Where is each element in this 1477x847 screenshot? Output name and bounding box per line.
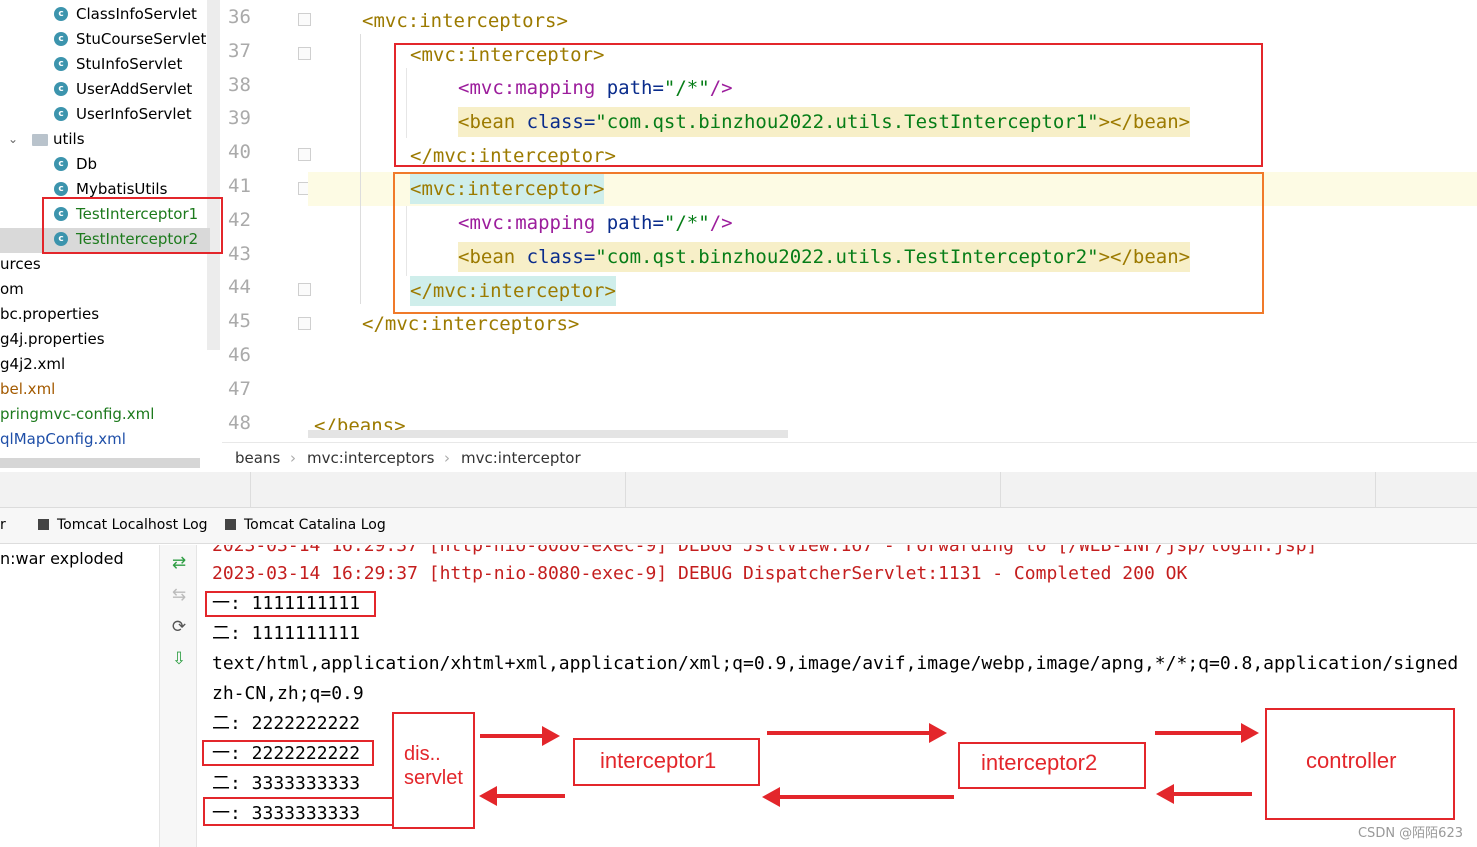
deployment-pane: n:war exploded	[0, 545, 160, 847]
arrow-right	[1155, 723, 1259, 743]
undeploy-icon[interactable]: ⇆	[169, 585, 189, 605]
tree-item-label: UserInfoServlet	[76, 105, 192, 123]
line-number: 43	[228, 242, 251, 265]
line-number: 40	[228, 141, 251, 164]
tree-item-label: bel.xml	[0, 380, 56, 398]
deploy-icon[interactable]: ⇄	[169, 553, 189, 573]
folder-icon	[32, 134, 48, 146]
tree-item-label: om	[0, 280, 24, 298]
line-number: 46	[228, 344, 251, 366]
line-number: 41	[228, 175, 251, 197]
controller-label: controller	[1306, 748, 1397, 773]
tree-item-label: bc.properties	[0, 305, 100, 323]
line-number: 48	[228, 411, 251, 434]
tree-item-label: ClassInfoServlet	[76, 5, 197, 23]
tree-item-label: utils	[53, 130, 85, 148]
tree-item-label: Db	[76, 155, 98, 173]
arrow-right	[480, 726, 560, 746]
watermark: CSDN @陌陌623	[1357, 826, 1463, 841]
console-toolbar: ⇄ ⇆ ⟳ ⇩	[160, 545, 197, 847]
line-number: 36	[228, 6, 251, 28]
line-number: 44	[228, 276, 251, 299]
dispatcher-servlet-label: dis.. servlet	[404, 743, 463, 789]
tree-item-label: UserAddServlet	[76, 80, 193, 98]
interceptor2-highlight-box	[393, 172, 1264, 314]
tree-item-label: TestInterceptor2	[76, 230, 199, 248]
arrow-left	[1156, 784, 1252, 804]
console-line: 二: 1111111111	[212, 623, 361, 644]
breadcrumb-mvc-interceptor[interactable]: mvc:interceptor	[461, 443, 581, 473]
editor-gutter: 36 37 38 39 40 41 42 43 44 45 46 47 48	[222, 0, 311, 440]
line-number: 42	[228, 208, 251, 231]
refresh-icon[interactable]: ⟳	[169, 617, 189, 637]
console-highlight-box	[205, 591, 376, 617]
line-number: 39	[228, 107, 251, 130]
tree-item-label: StuInfoServlet	[76, 55, 183, 73]
console-highlight-box	[202, 740, 374, 766]
tree-scrollbar[interactable]	[207, 0, 220, 350]
tool-window-header	[0, 472, 1477, 508]
class-icon: c	[54, 7, 68, 21]
log-tabs: r Tomcat Localhost Log Tomcat Catalina L…	[0, 508, 1477, 544]
class-icon: c	[54, 57, 68, 71]
console-line: zh-CN,zh;q=0.9	[212, 683, 364, 704]
arrow-left	[479, 786, 565, 806]
deployment-item[interactable]: n:war exploded	[0, 549, 124, 568]
console-line-completed: 2023-03-14 16:29:37 [http-nio-8080-exec-…	[212, 563, 1188, 584]
download-icon[interactable]: ⇩	[169, 649, 189, 669]
tree-item-label: pringmvc-config.xml	[0, 405, 155, 423]
class-icon: c	[54, 207, 68, 221]
log-icon	[225, 519, 236, 530]
console-line: text/html,application/xhtml+xml,applicat…	[212, 653, 1459, 674]
chevron-down-icon[interactable]: ⌄	[8, 127, 18, 152]
class-icon: c	[54, 157, 68, 171]
tree-item-label: urces	[0, 255, 41, 273]
console-highlight-box	[203, 797, 395, 826]
tree-item-label: MybatisUtils	[76, 180, 168, 198]
interceptor2-label: interceptor2	[981, 750, 1098, 775]
line-number: 37	[228, 39, 251, 62]
class-icon: c	[54, 107, 68, 121]
class-icon: c	[54, 182, 68, 196]
breadcrumb: beans › mvc:interceptors › mvc:intercept…	[222, 442, 1477, 472]
tab-tomcat-catalina-log[interactable]: Tomcat Catalina Log	[225, 517, 386, 533]
tree-item-label: StuCourseServlet	[76, 30, 207, 48]
editor-horizontal-scrollbar[interactable]	[308, 430, 788, 438]
breadcrumb-beans[interactable]: beans	[235, 443, 280, 473]
breadcrumb-mvc-interceptors[interactable]: mvc:interceptors	[307, 443, 434, 473]
line-number: 38	[228, 73, 251, 96]
log-icon	[38, 519, 49, 530]
tree-item-label: qlMapConfig.xml	[0, 430, 126, 448]
console-line: 二: 2222222222	[212, 713, 361, 734]
line-number: 47	[228, 377, 251, 400]
tree-item-label: g4j.properties	[0, 330, 105, 348]
tab-tomcat-localhost-log[interactable]: Tomcat Localhost Log	[38, 517, 208, 533]
class-icon: c	[54, 32, 68, 46]
code-line-36: <mvc:interceptors>	[362, 10, 568, 32]
class-icon: c	[54, 82, 68, 96]
tab-server[interactable]: r	[0, 517, 6, 533]
interceptor1-label: interceptor1	[600, 748, 717, 773]
tree-item-label: g4j2.xml	[0, 355, 66, 373]
interceptor1-highlight-box	[394, 43, 1263, 167]
tree-horizontal-scrollbar[interactable]	[0, 458, 200, 468]
line-number: 45	[228, 310, 251, 333]
arrow-left	[762, 787, 954, 807]
arrow-right	[767, 723, 947, 743]
project-tree: c ClassInfoServlet c StuCourseServlet c StuIn…	[0, 0, 222, 470]
class-icon: c	[54, 232, 68, 246]
console-line: 二: 3333333333	[212, 773, 361, 794]
tree-item-label: TestInterceptor1	[76, 205, 199, 223]
